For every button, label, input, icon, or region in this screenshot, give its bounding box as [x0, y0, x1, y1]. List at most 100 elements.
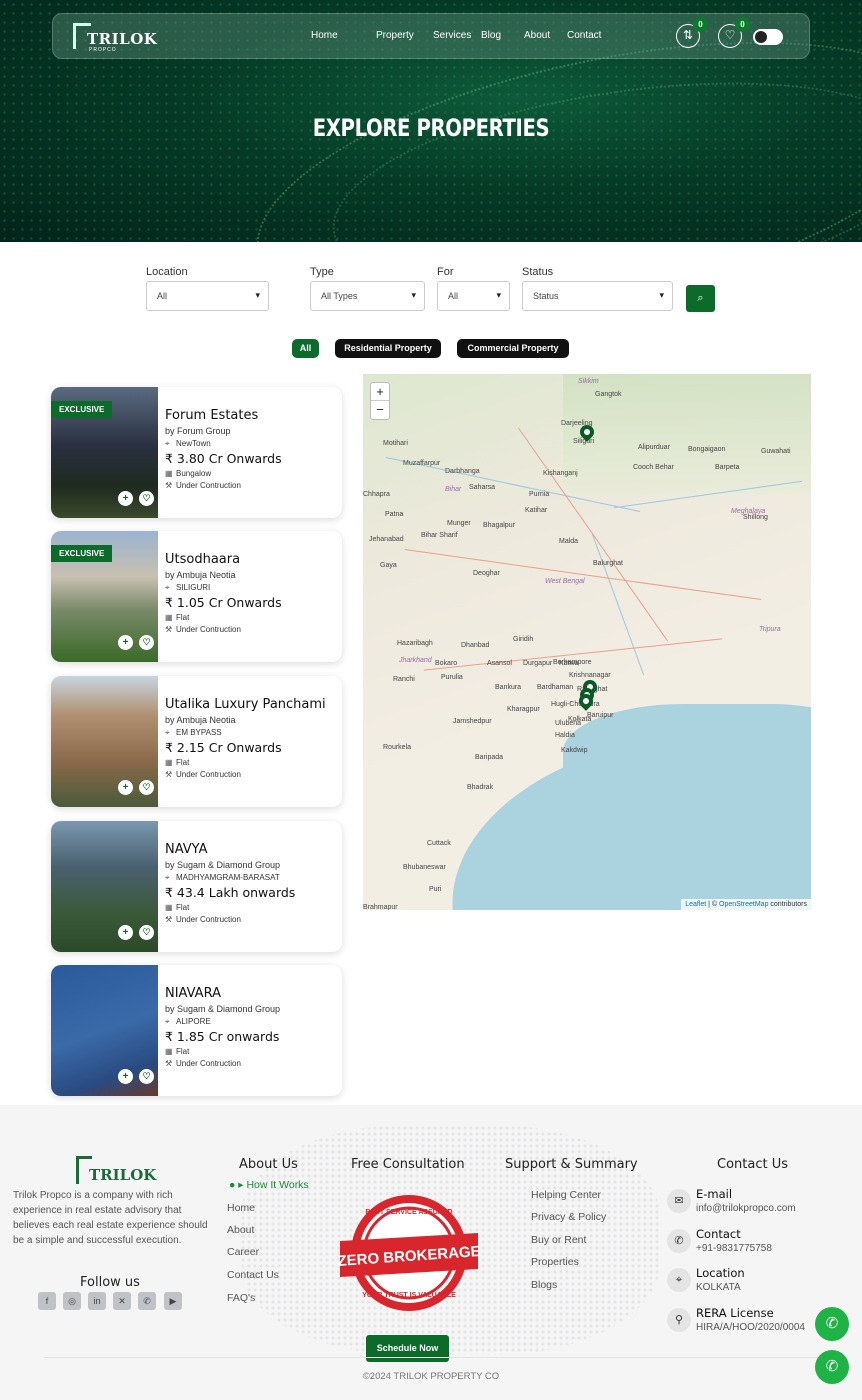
chip-all[interactable]: All [292, 339, 319, 358]
wishlist-heart-button[interactable]: ♡ [139, 491, 154, 506]
contact-email-value[interactable]: info@trilokpropco.com [696, 1203, 796, 1214]
linkedin-icon[interactable]: in [88, 1292, 106, 1310]
nav-about[interactable]: About [524, 30, 567, 41]
compare-add-button[interactable]: + [118, 780, 133, 795]
nav-contact[interactable]: Contact [567, 30, 617, 41]
filter-location-label: Location [146, 266, 188, 278]
property-card[interactable]: EXCLUSIVE + ♡ Forum Estates by Forum Gro… [51, 387, 342, 518]
wishlist-heart-button[interactable]: ♡ [139, 780, 154, 795]
contact-location-value: KOLKATA [696, 1282, 741, 1293]
footer-link-privacy[interactable]: Privacy & Policy [531, 1211, 606, 1223]
nav-services[interactable]: Services [433, 30, 481, 41]
compare-add-button[interactable]: + [118, 635, 133, 650]
footer-link-contact-us[interactable]: Contact Us [227, 1269, 279, 1281]
attribution-separator: | © [706, 901, 720, 908]
contact-phone-value[interactable]: +91-9831775758 [696, 1243, 772, 1254]
footer-link-buy-rent[interactable]: Buy or Rent [531, 1234, 586, 1246]
property-title[interactable]: Forum Estates [165, 408, 340, 423]
map-place-label: Haldia [555, 732, 575, 739]
contact-rera-value: HIRA/A/HOO/2020/0004 [696, 1322, 805, 1333]
compare-add-button[interactable]: + [118, 491, 133, 506]
youtube-icon[interactable]: ▶ [164, 1292, 182, 1310]
wishlist-heart-button[interactable]: ♡ [139, 635, 154, 650]
whatsapp-icon[interactable]: ✆ [138, 1292, 156, 1310]
seal-bottom-text: YOUR TRUST IS VALUABLE [362, 1292, 456, 1299]
instagram-icon[interactable]: ◎ [63, 1292, 81, 1310]
property-type: Flat [176, 758, 190, 767]
footer-link-about[interactable]: About [227, 1224, 254, 1236]
nav-property[interactable]: Property [376, 30, 433, 41]
nav-blog[interactable]: Blog [481, 30, 524, 41]
chip-commercial[interactable]: Commercial Property [457, 339, 569, 358]
location-select[interactable]: All [146, 281, 269, 311]
map-place-label: Malda [559, 538, 579, 545]
map-place-label: Tripura [759, 626, 781, 633]
map-place-label: Kakdwip [561, 747, 588, 754]
footer-link-properties[interactable]: Properties [531, 1256, 579, 1268]
map-place-label: Bardhaman [537, 684, 574, 691]
wishlist-heart-button[interactable]: ♡ [139, 1069, 154, 1084]
type-select[interactable]: All Types [310, 281, 425, 311]
property-status: Under Contruction [176, 481, 241, 490]
contact-location-title: Location [696, 1266, 745, 1280]
property-price: ₹ 2.15 Cr Onwards [165, 740, 282, 755]
support-heading: Support & Summary [505, 1157, 638, 1172]
zoom-in-button[interactable]: + [371, 383, 389, 401]
chip-residential[interactable]: Residential Property [335, 339, 441, 358]
map-place-label: Durgapur [523, 660, 553, 667]
logo[interactable]: TRILOK PROPCO [73, 21, 157, 53]
osm-link[interactable]: OpenStreetMap [719, 901, 768, 908]
map-place-label: Bihar [445, 486, 462, 493]
footer-link-helping-center[interactable]: Helping Center [531, 1189, 601, 1201]
zoom-out-button[interactable]: − [371, 401, 389, 419]
status-select[interactable]: Status [522, 281, 673, 311]
whatsapp-float-button[interactable]: ✆ [815, 1307, 849, 1341]
whatsapp-icon: ✆ [825, 1315, 839, 1332]
footer-link-faqs[interactable]: FAQ's [227, 1292, 255, 1304]
construction-icon: ⚒ [165, 481, 173, 490]
facebook-icon[interactable]: f [38, 1292, 56, 1310]
footer-logo[interactable]: TRILOK [76, 1156, 156, 1186]
x-twitter-icon[interactable]: ✕ [113, 1292, 131, 1310]
property-map[interactable]: + − Sikkim Gangtok Darjeeling Siliguri Alipu… [363, 374, 811, 910]
contact-us-heading: Contact Us [717, 1157, 788, 1172]
how-it-works-link[interactable]: ● ▸ How It Works [229, 1179, 309, 1191]
property-title[interactable]: Utalika Luxury Panchami [165, 697, 340, 712]
map-pin[interactable] [579, 694, 593, 712]
footer-link-blogs[interactable]: Blogs [531, 1279, 557, 1291]
property-title[interactable]: NIAVARA [165, 986, 340, 1001]
leaflet-link[interactable]: Leaflet [685, 901, 706, 908]
property-card[interactable]: + ♡ Utalika Luxury Panchami by Ambuja Ne… [51, 676, 342, 807]
map-place-label: Muzaffarpur [403, 460, 441, 467]
map-place-label: Bokaro [435, 660, 458, 667]
property-title[interactable]: Utsodhaara [165, 552, 340, 567]
construction-icon: ⚒ [165, 625, 173, 634]
compare-button[interactable]: ⇅ 0 [676, 17, 708, 48]
wishlist-heart-button[interactable]: ♡ [139, 925, 154, 940]
building-icon: ▦ [165, 758, 173, 767]
theme-toggle[interactable] [753, 29, 783, 45]
construction-icon: ⚒ [165, 770, 173, 779]
call-float-button[interactable]: ✆ [815, 1350, 849, 1384]
wishlist-button[interactable]: ♡ 0 [718, 17, 750, 48]
map-place-label: Bhadrak [467, 784, 494, 791]
footer-link-career[interactable]: Career [227, 1246, 259, 1258]
nav-home[interactable]: Home [311, 30, 376, 41]
property-card[interactable]: + ♡ NIAVARA by Sugam & Diamond Group ⌖ AL… [51, 965, 342, 1096]
map-pin[interactable] [580, 425, 594, 443]
map-place-label: Motihari [383, 440, 408, 447]
building-icon: ▦ [165, 613, 173, 622]
compare-add-button[interactable]: + [118, 925, 133, 940]
property-card[interactable]: EXCLUSIVE + ♡ Utsodhaara by Ambuja Neoti… [51, 531, 342, 662]
compare-add-button[interactable]: + [118, 1069, 133, 1084]
filter-status: Status Status [522, 266, 673, 311]
map-place-label: Sikkim [578, 378, 599, 385]
search-button[interactable]: ⌕ [686, 285, 715, 312]
property-title[interactable]: NAVYA [165, 842, 340, 857]
bullet-icon: ● ▸ [229, 1179, 247, 1191]
footer-link-home[interactable]: Home [227, 1202, 255, 1214]
contact-rera-title: RERA License [696, 1306, 774, 1320]
property-location: EM BYPASS [176, 728, 222, 737]
property-card[interactable]: + ♡ NAVYA by Sugam & Diamond Group ⌖ MADH… [51, 821, 342, 952]
for-select[interactable]: All [437, 281, 510, 311]
